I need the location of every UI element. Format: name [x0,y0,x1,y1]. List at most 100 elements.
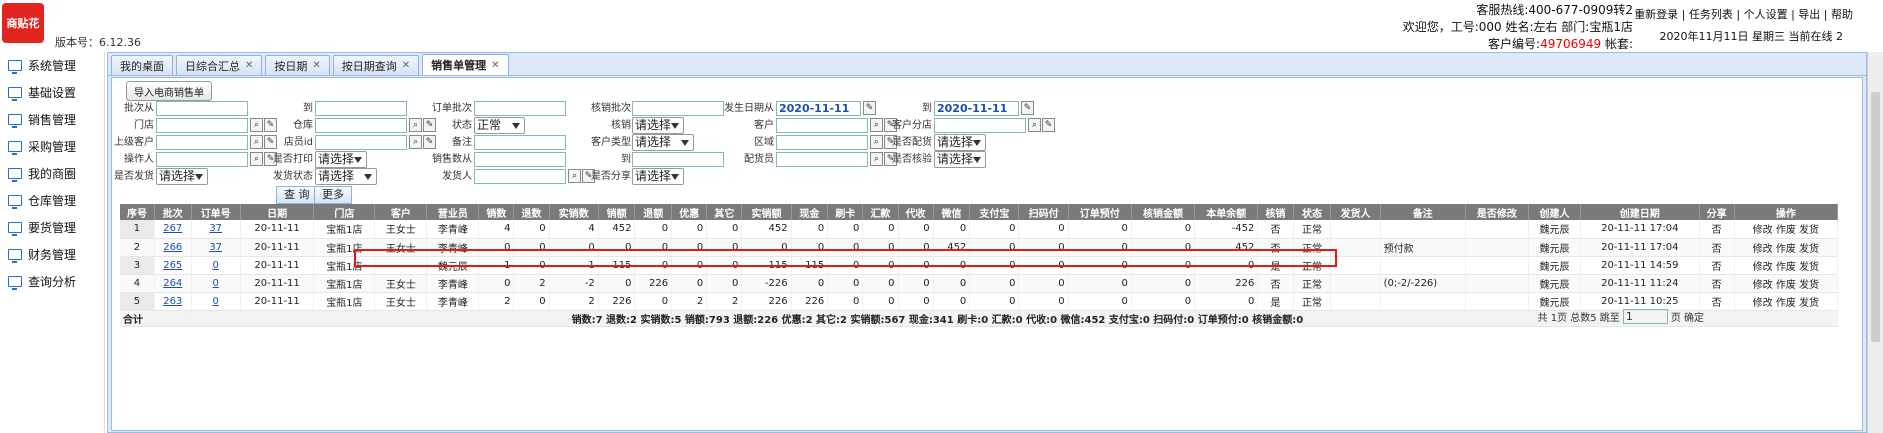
table-cell: 0 [1018,292,1069,311]
customer-input[interactable] [776,118,868,133]
remark-input[interactable] [474,135,566,150]
edit-icon[interactable]: ✎ [1042,118,1055,132]
tab[interactable]: 日综合汇总 ✕ [176,55,263,75]
is-printed-select[interactable]: 请选择 [315,151,367,168]
vertical-scrollbar[interactable] [1867,52,1883,433]
table-cell[interactable]: 修改 作废 发货 [1734,274,1839,293]
sidebar-item[interactable]: 要货管理 [0,214,104,241]
tab[interactable]: 我的桌面 [111,55,173,75]
more-button[interactable]: 更多 [314,186,352,204]
tab[interactable]: 按日期 ✕ [265,55,330,75]
sidebar-item[interactable]: 查询分析 [0,268,104,295]
tab[interactable]: 销售单管理 ✕ [422,54,509,75]
status-select[interactable]: 正常 [474,117,525,134]
close-icon[interactable]: ✕ [312,60,320,71]
table-cell[interactable]: 266 [154,238,192,257]
table-row[interactable]: 1 267 37 20-11-11 宝瓶1店 王女士 李青峰 4 0 4 452 0 0 0 452 0 0 0 0… [120,220,1839,239]
table-cell[interactable]: 37 [191,238,241,257]
customer-type-select[interactable]: 请选择 [632,134,694,151]
personal-settings-link[interactable]: 个人设置 [1744,8,1788,21]
column-header: 订单预付 [1068,204,1132,220]
table-cell[interactable]: 修改 作废 发货 [1734,256,1839,275]
table-cell[interactable]: 263 [154,292,192,311]
sidebar-item[interactable]: 仓库管理 [0,187,104,214]
table-cell[interactable]: 0 [191,274,241,293]
date-to-input[interactable]: 2020-11-11 [934,101,1019,116]
ship-status-select[interactable]: 请选择 [315,168,377,185]
label-store-id: 店员id [283,137,313,148]
column-header: 客户 [374,204,428,220]
verify-select[interactable]: 请选择 [632,117,684,134]
label-is-printed: 是否打印 [273,154,313,165]
store-id-input[interactable] [315,135,407,150]
table-row[interactable]: 5 263 0 20-11-11 宝瓶1店 王女士 李青峰 2 0 2 226 0 2 2 226 226 0 0… [120,292,1839,311]
table-cell: 0 [1194,256,1259,275]
table-cell: 正常 [1293,274,1332,293]
delivery-person-input[interactable] [776,152,868,167]
sidebar-item[interactable]: 系统管理 [0,52,104,79]
table-cell: 0 [898,292,934,311]
shipper-input[interactable] [474,169,566,184]
table-cell: 226 [598,292,636,311]
table-cell: 0 [1068,292,1132,311]
table-cell: 2 [706,292,743,311]
batch-to-input[interactable] [315,101,407,116]
table-cell[interactable]: 0 [191,256,241,275]
order-batch-input[interactable] [474,101,566,116]
customer-branch-input[interactable] [934,118,1026,133]
table-cell: 0 [898,256,934,275]
store-input[interactable] [156,118,248,133]
table-row[interactable]: 2 266 37 20-11-11 宝瓶1店 王女士 李青峰 0 0 0 0 0 0 0 0 0 0 0 0 452 0… [120,238,1839,257]
operator-input[interactable] [156,152,248,167]
table-cell[interactable]: 265 [154,256,192,275]
table-cell[interactable]: 修改 作废 发货 [1734,238,1839,257]
is-shipped-select[interactable]: 请选择 [156,168,208,185]
close-icon[interactable]: ✕ [491,60,499,71]
parent-customer-input[interactable] [156,135,248,150]
table-cell[interactable]: 0 [191,292,241,311]
table-cell: 226 [634,274,673,293]
table-cell: 王女士 [374,238,428,257]
warehouse-input[interactable] [315,118,407,133]
search-icon[interactable]: ⌕ [1028,118,1041,132]
table-cell: 0 [969,292,1020,311]
is-shared-select[interactable]: 请选择 [632,168,684,185]
import-ecommerce-button[interactable]: 导入电商销售单 [126,81,212,101]
monitor-icon [8,195,22,209]
table-cell [1380,220,1466,239]
tab[interactable]: 按日期查询 ✕ [332,55,420,75]
table-row[interactable]: 4 264 0 20-11-11 宝瓶1店 王女士 李青峰 0 2 -2 0 226 0 0 -226 0 0 0… [120,274,1839,293]
sidebar-item[interactable]: 财务管理 [0,241,104,268]
table-cell[interactable]: 37 [191,220,241,239]
table-cell[interactable]: 修改 作废 发货 [1734,292,1839,311]
table-cell: 宝瓶1店 [313,220,376,239]
table-cell: 0 [634,238,673,257]
pager-confirm[interactable]: 页 确定 [1671,309,1704,324]
relogin-link[interactable]: 重新登录 [1634,8,1678,21]
table-cell[interactable]: 264 [154,274,192,293]
sales-count-from-input[interactable] [474,152,566,167]
close-icon[interactable]: ✕ [245,60,253,71]
task-list-link[interactable]: 任务列表 [1689,8,1733,21]
top-bar: 商贴花 版本号：6.12.36 客服热线:400-677-0909转2 欢迎您，… [0,0,1883,52]
is-delivery-select[interactable]: 请选择 [934,134,986,151]
tab-label: 我的桌面 [120,59,164,73]
page-input[interactable]: 1 [1622,309,1668,324]
region-input[interactable] [776,135,868,150]
table-cell: 是 [1257,292,1294,311]
is-verified-select[interactable]: 请选择 [934,151,986,168]
calendar-icon[interactable]: ✎ [1021,101,1034,115]
date-from-input[interactable]: 2020-11-11 [776,101,861,116]
close-icon[interactable]: ✕ [402,60,410,71]
table-cell: 王女士 [374,292,428,311]
query-button[interactable]: 查 询 [276,186,318,204]
export-link[interactable]: 导出 [1798,8,1820,21]
batch-from-input[interactable] [156,101,248,116]
help-link[interactable]: 帮助 [1831,8,1853,21]
table-cell: 否 [1699,220,1735,239]
top-links: 重新登录 | 任务列表 | 个人设置 | 导出 | 帮助 [1634,8,1853,21]
scroll-thumb[interactable] [1871,92,1880,342]
table-cell[interactable]: 267 [154,220,192,239]
table-cell[interactable]: 修改 作废 发货 [1734,220,1839,239]
table-row[interactable]: 3 265 0 20-11-11 宝瓶1店 魏元辰 1 0 1 115 0 0 0 115 115 0 0 0 0 0… [120,256,1839,275]
